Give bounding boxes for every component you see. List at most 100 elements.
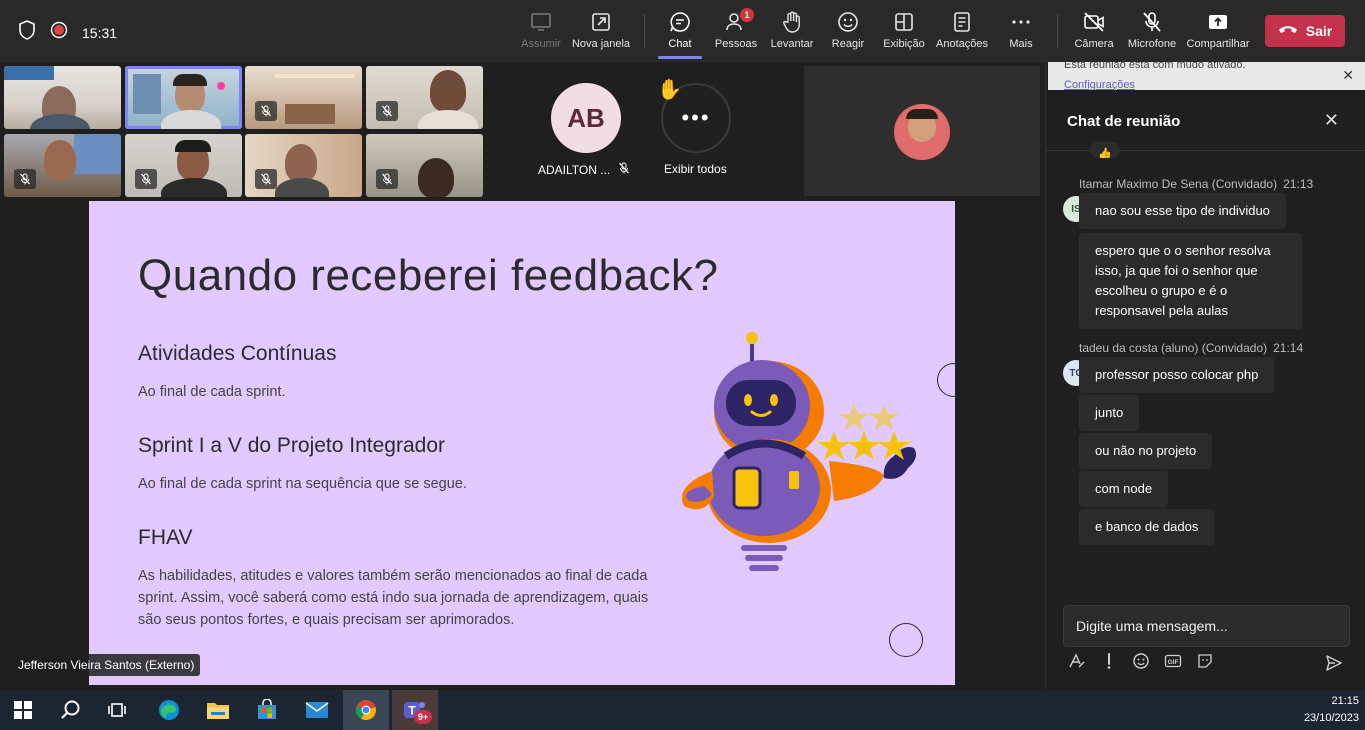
priority-icon[interactable] xyxy=(1100,652,1118,670)
participant-video-active-speaker[interactable] xyxy=(125,66,242,129)
pop-out-icon xyxy=(568,10,634,34)
participant-avatar-photo xyxy=(894,104,950,160)
teams-taskbar-item[interactable]: T 9+ xyxy=(392,690,438,730)
edge-taskbar-item[interactable] xyxy=(146,690,192,730)
participant-video[interactable] xyxy=(4,134,121,197)
share-content-button[interactable]: Assumir xyxy=(508,10,574,56)
settings-link[interactable]: Configurações xyxy=(1064,79,1135,90)
message-input[interactable]: Digite uma mensagem... xyxy=(1063,605,1350,647)
participant-body xyxy=(161,178,227,197)
microphone-label: Microfone xyxy=(1127,38,1177,50)
gif-icon[interactable]: GIF xyxy=(1164,652,1182,670)
notes-button[interactable]: Anotações xyxy=(929,10,995,56)
participant-video[interactable] xyxy=(366,66,483,129)
background-art xyxy=(4,66,54,80)
background-art xyxy=(74,134,121,174)
chat-message[interactable]: ou não no projeto xyxy=(1079,433,1213,469)
mic-off-icon xyxy=(382,173,392,185)
file-explorer-taskbar-item[interactable] xyxy=(195,690,241,730)
participant-face xyxy=(430,70,466,112)
participant-video-large[interactable] xyxy=(804,66,1040,196)
chat-message[interactable]: nao sou esse tipo de individuo xyxy=(1079,193,1286,229)
send-icon[interactable] xyxy=(1325,654,1343,677)
compose-toolbar: GIF xyxy=(1068,652,1214,670)
new-window-label: Nova janela xyxy=(571,38,631,50)
mail-taskbar-item[interactable] xyxy=(294,690,340,730)
layout-icon xyxy=(871,10,937,34)
mute-notice-banner: Esta reunião está com mudo ativado. Conf… xyxy=(1048,62,1365,90)
participant-video[interactable] xyxy=(366,134,483,197)
slide-section-text: Ao final de cada sprint. xyxy=(138,384,286,400)
chat-message[interactable]: professor posso colocar php xyxy=(1079,357,1275,393)
share-button[interactable]: Compartilhar xyxy=(1185,10,1251,56)
slide-title: Quando receberei feedback? xyxy=(138,251,719,300)
share-tray-icon xyxy=(1185,10,1251,34)
meeting-toolbar: 15:31 Assumir Nova janela Chat 1 Pessoas… xyxy=(0,0,1365,62)
chat-message[interactable]: junto xyxy=(1079,395,1140,431)
people-icon: 1 xyxy=(724,8,754,34)
participant-video[interactable] xyxy=(125,134,242,197)
slide-section-heading: Sprint I a V do Projeto Integrador xyxy=(138,434,446,457)
chrome-icon xyxy=(355,700,376,721)
windows-logo-icon xyxy=(14,701,32,719)
task-view-button[interactable] xyxy=(95,690,141,730)
reaction-chip[interactable]: 👍 xyxy=(1090,142,1120,158)
presenter-name-tag: Jefferson Vieira Santos (Externo) xyxy=(12,654,201,676)
toolbar-divider xyxy=(1057,14,1058,48)
leave-button[interactable]: Sair xyxy=(1265,15,1345,47)
slide-section-heading: Atividades Contínuas xyxy=(138,342,337,365)
search-button[interactable] xyxy=(48,690,94,730)
new-window-button[interactable]: Nova janela xyxy=(568,10,634,56)
participant-body xyxy=(275,178,329,197)
participant-video[interactable] xyxy=(245,66,362,129)
participant-video[interactable] xyxy=(4,66,121,129)
microphone-toggle[interactable]: Microfone xyxy=(1119,10,1185,56)
mail-icon xyxy=(305,702,329,718)
store-taskbar-item[interactable] xyxy=(244,690,290,730)
message-time: 21:14 xyxy=(1273,341,1304,355)
sender-name: Itamar Maximo De Sena (Convidado) xyxy=(1079,177,1278,191)
message-time: 21:13 xyxy=(1283,177,1314,191)
chrome-taskbar-item[interactable] xyxy=(343,690,389,730)
toolbar-divider xyxy=(644,14,645,48)
participant-body xyxy=(161,110,221,129)
chat-message[interactable]: com node xyxy=(1079,471,1169,507)
chat-message[interactable]: e banco de dados xyxy=(1079,509,1215,545)
mic-off-icon xyxy=(618,162,630,177)
share-content-label: Assumir xyxy=(521,38,561,50)
sticker-icon[interactable] xyxy=(1196,652,1214,670)
room-furniture xyxy=(285,104,335,124)
meeting-timer: 15:31 xyxy=(82,24,118,41)
format-icon[interactable] xyxy=(1068,652,1086,670)
more-button[interactable]: Mais xyxy=(988,10,1054,56)
mic-off-icon xyxy=(141,173,151,185)
task-view-icon xyxy=(108,703,126,717)
view-label: Exibição xyxy=(883,38,925,50)
chat-panel-title: Chat de reunião xyxy=(1067,113,1181,130)
close-icon[interactable]: ✕ xyxy=(1342,67,1354,84)
notes-icon xyxy=(929,10,995,34)
folder-icon xyxy=(207,703,229,719)
more-label: Mais xyxy=(1009,38,1033,50)
participant-face xyxy=(44,140,76,180)
recording-icon xyxy=(50,21,68,44)
shield-icon xyxy=(18,20,36,45)
notes-label: Anotações xyxy=(936,38,988,50)
meeting-info: 15:31 xyxy=(18,20,117,45)
system-clock[interactable]: 21:15 23/10/2023 xyxy=(1304,693,1359,727)
mic-off-icon xyxy=(20,173,30,185)
decorative-circle xyxy=(889,623,923,657)
mic-off-icon xyxy=(261,173,271,185)
camera-toggle[interactable]: Câmera xyxy=(1061,10,1127,56)
close-chat-button[interactable]: ✕ xyxy=(1324,110,1339,131)
emoji-icon[interactable] xyxy=(1132,652,1150,670)
participant-face xyxy=(418,158,454,197)
chat-message[interactable]: espero que o o senhor resolva isso, ja q… xyxy=(1079,233,1302,329)
view-button[interactable]: Exibição xyxy=(871,10,937,56)
participant-avatar[interactable]: AB xyxy=(551,83,621,153)
muted-indicator xyxy=(376,169,398,189)
teams-notification-badge: 9+ xyxy=(414,710,432,724)
start-button[interactable] xyxy=(0,690,46,730)
participant-video[interactable] xyxy=(245,134,362,197)
muted-indicator xyxy=(255,101,277,121)
